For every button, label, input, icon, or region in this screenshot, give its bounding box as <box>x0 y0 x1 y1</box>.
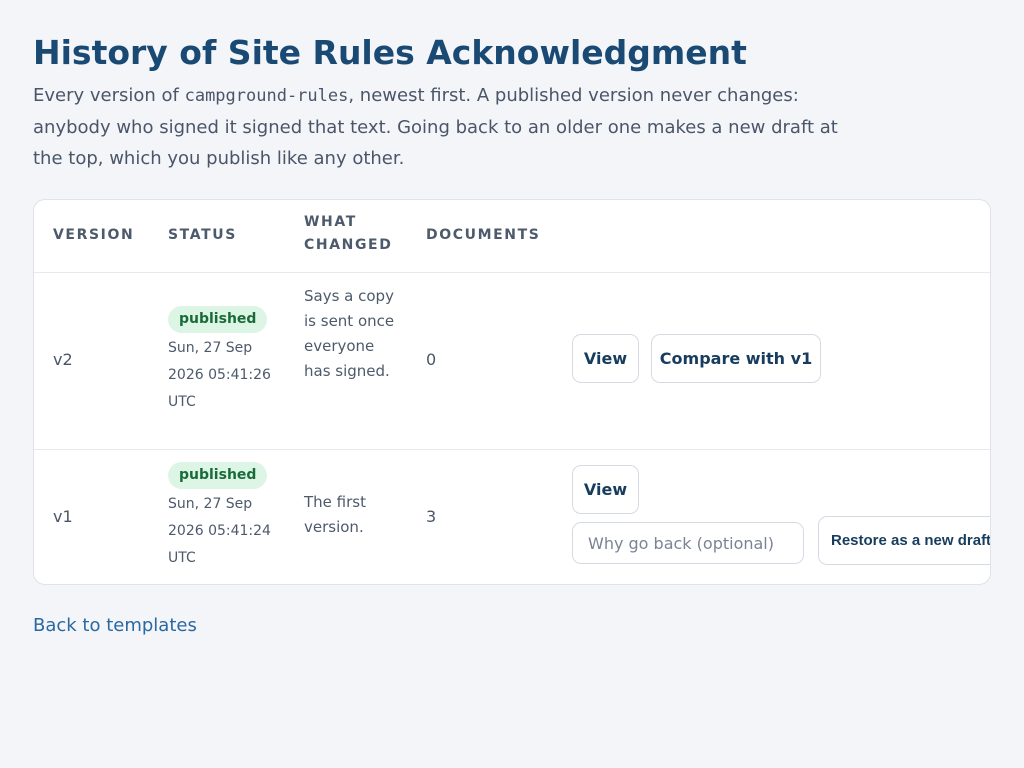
status-badge: published <box>168 462 268 489</box>
version-label: v1 <box>53 507 73 526</box>
compare-button[interactable]: Compare with v1 <box>651 334 821 383</box>
documents-count: 3 <box>426 507 437 526</box>
what-changed-text: Says a copy is sent once everyone has si… <box>304 287 395 380</box>
published-date: Sun, 27 Sep 2026 05:41:24 UTC <box>168 496 271 566</box>
table-row: v1 published Sun, 27 Sep 2026 05:41:24 U… <box>34 450 990 584</box>
restore-draft-button[interactable]: Restore as a new draft <box>818 516 990 565</box>
versions-table: VERSION STATUS WHAT CHANGED DOCUMENTS v2… <box>33 199 991 585</box>
view-button[interactable]: View <box>572 334 639 383</box>
status-badge: published <box>168 306 268 333</box>
restore-reason-input[interactable] <box>572 522 804 564</box>
page-intro: Every version of campground-rules, newes… <box>33 80 873 174</box>
header-version: VERSION <box>53 227 135 243</box>
header-what-changed: WHAT CHANGED <box>304 214 393 253</box>
table-header: VERSION STATUS WHAT CHANGED DOCUMENTS <box>34 200 990 273</box>
view-button[interactable]: View <box>572 465 639 514</box>
intro-text-start: Every version of <box>33 85 185 106</box>
header-documents: DOCUMENTS <box>426 227 541 243</box>
page: History of Site Rules Acknowledgment Eve… <box>33 30 991 636</box>
page-title: History of Site Rules Acknowledgment <box>33 33 747 72</box>
version-label: v2 <box>53 350 73 369</box>
back-to-templates-link[interactable]: Back to templates <box>33 615 197 636</box>
documents-count: 0 <box>426 350 437 369</box>
status-cell: published Sun, 27 Sep 2026 05:41:26 UTC <box>168 306 283 416</box>
header-status: STATUS <box>168 227 237 243</box>
what-changed-text: The first version. <box>304 493 366 536</box>
status-cell: published Sun, 27 Sep 2026 05:41:24 UTC <box>168 462 283 572</box>
table-row: v2 published Sun, 27 Sep 2026 05:41:26 U… <box>34 273 990 450</box>
published-date: Sun, 27 Sep 2026 05:41:26 UTC <box>168 340 271 410</box>
template-name: campground-rules <box>184 86 349 106</box>
